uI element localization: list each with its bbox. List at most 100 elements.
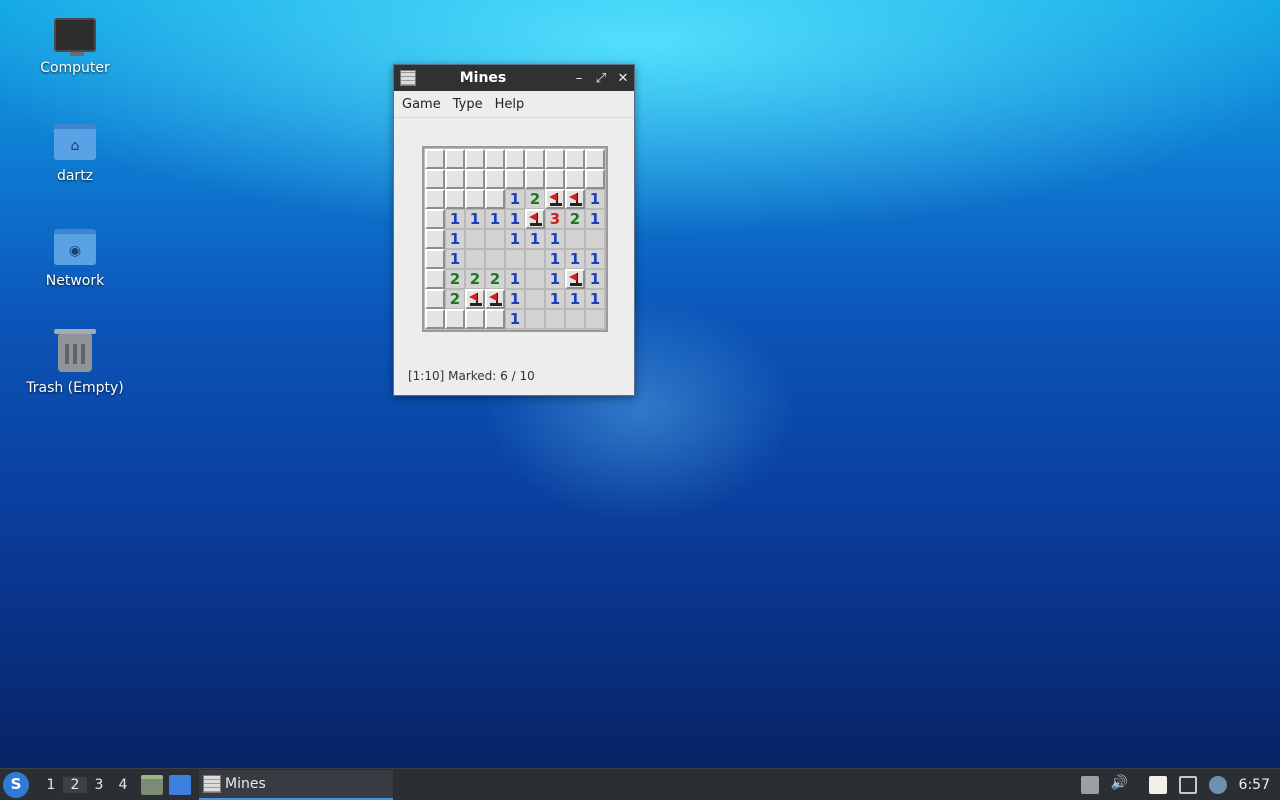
number-cell[interactable]: 1 (545, 289, 565, 309)
number-cell[interactable]: 2 (465, 269, 485, 289)
closed-cell[interactable] (545, 149, 565, 169)
closed-cell[interactable] (505, 169, 525, 189)
number-cell[interactable]: 1 (505, 289, 525, 309)
clock[interactable]: 6:57 (1239, 777, 1270, 793)
task-mines[interactable]: Mines (199, 769, 393, 800)
closed-cell[interactable] (485, 189, 505, 209)
number-cell[interactable]: 1 (585, 209, 605, 229)
open-cell[interactable] (525, 289, 545, 309)
number-cell[interactable]: 1 (445, 249, 465, 269)
number-cell[interactable]: 1 (545, 249, 565, 269)
flag-cell[interactable] (465, 289, 485, 309)
minimize-button[interactable]: – (568, 71, 590, 86)
closed-cell[interactable] (485, 149, 505, 169)
flag-cell[interactable] (565, 189, 585, 209)
number-cell[interactable]: 1 (565, 289, 585, 309)
number-cell[interactable]: 2 (565, 209, 585, 229)
open-cell[interactable] (485, 249, 505, 269)
number-cell[interactable]: 1 (585, 189, 605, 209)
closed-cell[interactable] (425, 169, 445, 189)
menu-game[interactable]: Game (396, 97, 447, 112)
open-cell[interactable] (485, 229, 505, 249)
closed-cell[interactable] (445, 169, 465, 189)
number-cell[interactable]: 1 (585, 249, 605, 269)
clipboard-icon[interactable] (1148, 776, 1167, 794)
open-cell[interactable] (525, 249, 545, 269)
number-cell[interactable]: 1 (505, 209, 525, 229)
closed-cell[interactable] (425, 189, 445, 209)
show-desktop-icon[interactable] (169, 774, 191, 795)
closed-cell[interactable] (425, 269, 445, 289)
eject-icon[interactable] (1080, 776, 1099, 794)
workspace-4[interactable]: 4 (111, 777, 135, 793)
number-cell[interactable]: 2 (445, 289, 465, 309)
number-cell[interactable]: 2 (485, 269, 505, 289)
desktop-icon-home[interactable]: ⌂ dartz (15, 124, 135, 184)
number-cell[interactable]: 1 (565, 249, 585, 269)
closed-cell[interactable] (585, 169, 605, 189)
closed-cell[interactable] (425, 309, 445, 329)
start-menu-button[interactable] (3, 771, 29, 798)
network-icon[interactable] (1178, 776, 1197, 794)
closed-cell[interactable] (425, 229, 445, 249)
closed-cell[interactable] (445, 149, 465, 169)
maximize-button[interactable]: ⤢ (590, 71, 612, 86)
menu-type[interactable]: Type (447, 97, 489, 112)
closed-cell[interactable] (465, 149, 485, 169)
file-manager-icon[interactable] (141, 774, 163, 795)
workspace-1[interactable]: 1 (39, 777, 63, 793)
closed-cell[interactable] (465, 309, 485, 329)
number-cell[interactable]: 2 (445, 269, 465, 289)
open-cell[interactable] (505, 249, 525, 269)
workspace-3[interactable]: 3 (87, 777, 111, 793)
number-cell[interactable]: 1 (445, 209, 465, 229)
number-cell[interactable]: 1 (585, 269, 605, 289)
desktop-icon-computer[interactable]: Computer (15, 18, 135, 76)
notification-icon[interactable] (1208, 776, 1227, 794)
closed-cell[interactable] (585, 149, 605, 169)
closed-cell[interactable] (465, 169, 485, 189)
close-button[interactable]: ✕ (612, 71, 634, 86)
closed-cell[interactable] (545, 169, 565, 189)
closed-cell[interactable] (565, 169, 585, 189)
number-cell[interactable]: 1 (505, 189, 525, 209)
titlebar[interactable]: Mines – ⤢ ✕ (394, 65, 634, 91)
closed-cell[interactable] (425, 289, 445, 309)
open-cell[interactable] (465, 249, 485, 269)
closed-cell[interactable] (525, 149, 545, 169)
number-cell[interactable]: 2 (525, 189, 545, 209)
open-cell[interactable] (465, 229, 485, 249)
number-cell[interactable]: 1 (545, 229, 565, 249)
flag-cell[interactable] (485, 289, 505, 309)
closed-cell[interactable] (525, 169, 545, 189)
open-cell[interactable] (585, 229, 605, 249)
workspace-2[interactable]: 2 (63, 776, 87, 793)
closed-cell[interactable] (425, 209, 445, 229)
number-cell[interactable]: 1 (545, 269, 565, 289)
closed-cell[interactable] (465, 189, 485, 209)
closed-cell[interactable] (505, 149, 525, 169)
number-cell[interactable]: 1 (445, 229, 465, 249)
number-cell[interactable]: 1 (465, 209, 485, 229)
closed-cell[interactable] (565, 149, 585, 169)
menu-help[interactable]: Help (489, 97, 531, 112)
closed-cell[interactable] (485, 309, 505, 329)
closed-cell[interactable] (485, 169, 505, 189)
number-cell[interactable]: 1 (485, 209, 505, 229)
open-cell[interactable] (545, 309, 565, 329)
number-cell[interactable]: 1 (505, 309, 525, 329)
closed-cell[interactable] (425, 249, 445, 269)
number-cell[interactable]: 1 (585, 289, 605, 309)
closed-cell[interactable] (445, 189, 465, 209)
closed-cell[interactable] (445, 309, 465, 329)
open-cell[interactable] (565, 309, 585, 329)
open-cell[interactable] (585, 309, 605, 329)
number-cell[interactable]: 1 (525, 229, 545, 249)
number-cell[interactable]: 3 (545, 209, 565, 229)
open-cell[interactable] (525, 309, 545, 329)
desktop-icon-network[interactable]: ◉ Network (15, 229, 135, 289)
number-cell[interactable]: 1 (505, 229, 525, 249)
flag-cell[interactable] (525, 209, 545, 229)
closed-cell[interactable] (425, 149, 445, 169)
desktop-icon-trash[interactable]: Trash (Empty) (15, 329, 135, 396)
